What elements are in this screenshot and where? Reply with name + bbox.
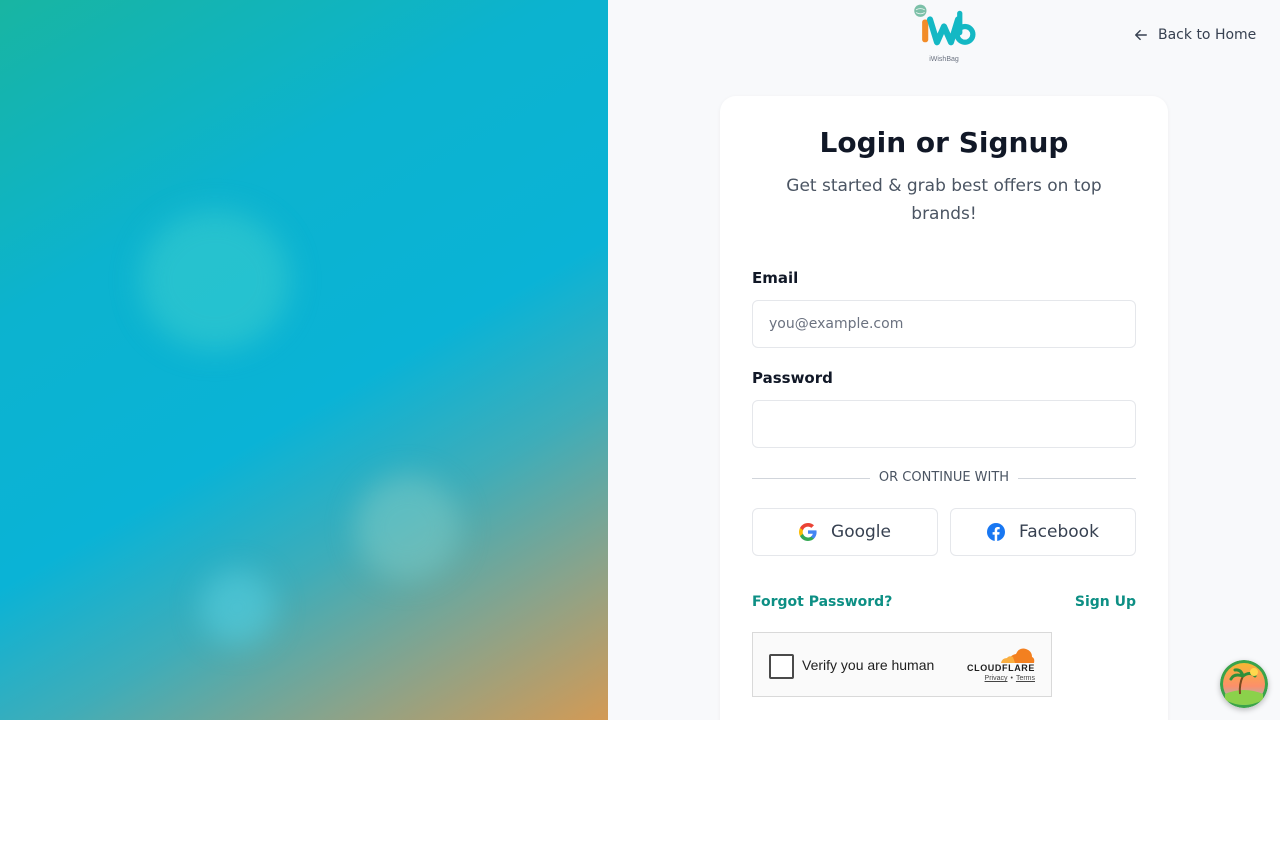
floating-promo-button[interactable] bbox=[1220, 660, 1268, 708]
terms-link[interactable]: Terms bbox=[1016, 675, 1035, 682]
brand-logo-icon bbox=[914, 4, 976, 46]
brand-logo[interactable]: iWishBag bbox=[908, 2, 980, 66]
captcha-label: Verify you are human bbox=[802, 657, 935, 673]
bokeh-blob bbox=[200, 570, 275, 645]
password-label: Password bbox=[752, 369, 833, 387]
or-divider: OR CONTINUE WITH bbox=[752, 468, 1136, 488]
brand-logo-text: iWishBag bbox=[929, 56, 959, 63]
captcha-checkbox[interactable] bbox=[769, 654, 794, 679]
login-card: Login or Signup Get started & grab best … bbox=[720, 96, 1168, 720]
back-to-home-link[interactable]: Back to Home bbox=[1134, 24, 1256, 46]
password-field[interactable] bbox=[752, 400, 1136, 448]
page-viewport: iWishBag Back to Home Login or Signup Ge… bbox=[0, 0, 1280, 720]
divider-line bbox=[1018, 478, 1136, 479]
google-icon bbox=[799, 523, 817, 541]
hero-gradient-panel bbox=[0, 0, 608, 720]
auth-panel: iWishBag Back to Home Login or Signup Ge… bbox=[608, 0, 1280, 720]
google-login-button[interactable]: Google bbox=[752, 508, 938, 556]
cloudflare-wordmark: CLOUDFLARE bbox=[967, 663, 1035, 673]
sign-up-link[interactable]: Sign Up bbox=[1075, 594, 1136, 610]
cloudflare-brand: CLOUDFLARE Privacy • Terms bbox=[959, 645, 1035, 687]
back-to-home-label: Back to Home bbox=[1158, 27, 1257, 43]
beach-island-icon bbox=[1220, 660, 1268, 708]
forgot-password-link[interactable]: Forgot Password? bbox=[752, 594, 892, 610]
google-label: Google bbox=[831, 522, 891, 542]
facebook-label: Facebook bbox=[1019, 522, 1099, 542]
facebook-login-button[interactable]: Facebook bbox=[950, 508, 1136, 556]
page-title: Login or Signup bbox=[819, 126, 1069, 159]
privacy-link[interactable]: Privacy bbox=[985, 675, 1008, 682]
cloudflare-turnstile-widget: Verify you are human CLOUDFLARE Privacy •… bbox=[752, 632, 1052, 697]
bokeh-blob bbox=[140, 210, 290, 350]
bokeh-blob bbox=[355, 475, 460, 580]
email-field[interactable] bbox=[752, 300, 1136, 348]
email-label: Email bbox=[752, 269, 799, 287]
captcha-links: Privacy • Terms bbox=[984, 675, 1035, 682]
facebook-icon bbox=[987, 523, 1006, 541]
page-subtitle: Get started & grab best offers on top br… bbox=[786, 176, 1102, 224]
arrow-left-icon bbox=[1135, 29, 1147, 41]
